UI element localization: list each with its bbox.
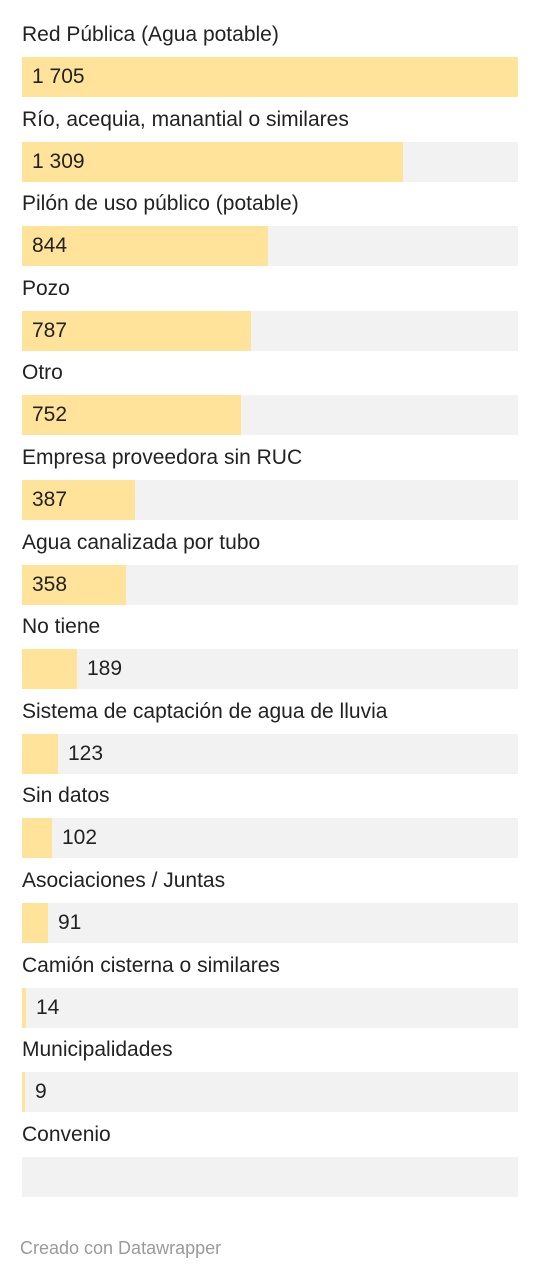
bar-track: 1 309 xyxy=(22,141,518,182)
value-label: 189 xyxy=(87,657,123,681)
bar xyxy=(22,733,58,774)
bar-row: Red Pública (Agua potable) 1 705 xyxy=(22,20,518,105)
category-label: Camión cisterna o similares xyxy=(22,953,280,977)
bar-row: Municipalidades 9 xyxy=(22,1035,518,1120)
category-label: Pilón de uso público (potable) xyxy=(22,192,299,216)
category-label: Convenio xyxy=(22,1122,111,1146)
bar-row: Pozo 787 xyxy=(22,274,518,359)
bar-track: 102 xyxy=(22,818,518,859)
bar-track: 752 xyxy=(22,395,518,436)
category-label: Empresa proveedora sin RUC xyxy=(22,445,303,469)
category-label: Sin datos xyxy=(22,784,110,808)
bar-row: Convenio xyxy=(22,1120,518,1205)
category-label: Agua canalizada por tubo xyxy=(22,530,261,554)
bar-row: Sin datos 102 xyxy=(22,781,518,866)
value-label: 14 xyxy=(36,995,60,1019)
bar-row: Sistema de captación de agua de lluvia 12… xyxy=(22,697,518,782)
bar-row: Río, acequia, manantial o similares 1 309 xyxy=(22,105,518,190)
bar-track: 387 xyxy=(22,479,518,520)
bar-track: 787 xyxy=(22,310,518,351)
bar xyxy=(22,57,518,97)
value-label: 91 xyxy=(58,910,82,934)
bar-track: 91 xyxy=(22,902,518,943)
value-label: 9 xyxy=(35,1080,47,1104)
value-label: 844 xyxy=(32,234,68,258)
bar xyxy=(22,649,77,690)
category-label: Asociaciones / Juntas xyxy=(22,868,226,892)
bar-track xyxy=(22,1156,518,1197)
bar-track: 14 xyxy=(22,987,518,1028)
value-label: 123 xyxy=(68,741,104,765)
bar-track: 1 705 xyxy=(22,57,518,97)
category-label: Río, acequia, manantial o similares xyxy=(22,107,349,131)
category-label: Otro xyxy=(22,361,63,385)
bar-row: Agua canalizada por tubo 358 xyxy=(22,528,518,613)
bar-track: 844 xyxy=(22,226,518,267)
bar-row: Asociaciones / Juntas 91 xyxy=(22,866,518,951)
value-label: 387 xyxy=(32,487,68,511)
bar-row: Camión cisterna o similares 14 xyxy=(22,951,518,1036)
bar-row: No tiene 189 xyxy=(22,612,518,697)
bar-track: 123 xyxy=(22,733,518,774)
category-label: Pozo xyxy=(22,276,70,300)
category-label: No tiene xyxy=(22,615,101,639)
category-label: Municipalidades xyxy=(22,1038,173,1062)
bar-track: 9 xyxy=(22,1072,518,1113)
chart-credit[interactable]: Creado con Datawrapper xyxy=(20,1238,221,1259)
bar-track: 189 xyxy=(22,649,518,690)
value-label: 102 xyxy=(62,826,98,850)
bar xyxy=(22,1072,25,1113)
bar-row: Otro 752 xyxy=(22,358,518,443)
bar-track: 358 xyxy=(22,564,518,605)
bar-chart: Red Pública (Agua potable) 1 705 Río, aceq… xyxy=(22,20,518,1204)
value-label: 787 xyxy=(32,318,68,342)
bar-row: Pilón de uso público (potable) 844 xyxy=(22,189,518,274)
bar xyxy=(22,987,26,1028)
value-label: 1 309 xyxy=(32,149,85,173)
bar xyxy=(22,902,48,943)
value-label: 752 xyxy=(32,403,68,427)
bar xyxy=(22,818,52,859)
category-label: Sistema de captación de agua de lluvia xyxy=(22,699,388,723)
value-label: 358 xyxy=(32,572,68,596)
category-label: Red Pública (Agua potable) xyxy=(22,23,279,46)
value-label: 1 705 xyxy=(32,65,85,88)
bar-row: Empresa proveedora sin RUC 387 xyxy=(22,443,518,528)
